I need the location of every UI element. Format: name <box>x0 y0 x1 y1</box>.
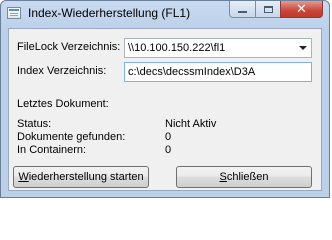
start-restore-button[interactable]: Wiederherstellung starten <box>13 166 149 188</box>
documents-found-label: Dokumente gefunden: <box>17 131 126 143</box>
index-directory-value: c:\decs\decssmIndex\D3A <box>128 66 256 78</box>
minimize-icon <box>238 11 247 13</box>
maximize-button[interactable] <box>255 1 280 18</box>
window-title: Index-Wiederherstellung (FL1) <box>28 6 191 20</box>
in-containers-label: In Containern: <box>17 144 87 156</box>
app-window-icon <box>7 7 21 19</box>
dialog-window: Index-Wiederherstellung (FL1) ✕ FileLock… <box>0 0 330 198</box>
filelock-label: FileLock Verzeichnis: <box>17 41 121 53</box>
dialog-body: FileLock Verzeichnis: \\10.100.150.222\f… <box>8 28 322 191</box>
status-value: Nicht Aktiv <box>165 118 217 130</box>
minimize-button[interactable] <box>229 1 255 18</box>
title-bar[interactable]: Index-Wiederherstellung (FL1) ✕ <box>1 1 329 27</box>
index-label: Index Verzeichnis: <box>17 65 107 77</box>
last-document-label: Letztes Dokument: <box>17 98 109 110</box>
close-icon: ✕ <box>296 1 307 16</box>
documents-found-value: 0 <box>165 131 172 143</box>
maximize-icon <box>263 5 273 13</box>
filelock-directory-value: \\10.100.150.222\fl1 <box>128 42 226 54</box>
start-restore-label: Wiederherstellung starten <box>18 171 144 183</box>
close-dialog-button[interactable]: Schließen <box>176 166 312 188</box>
chevron-down-icon[interactable] <box>295 39 311 57</box>
close-button[interactable]: ✕ <box>280 1 323 18</box>
close-dialog-label: Schließen <box>219 171 269 183</box>
caption-buttons: ✕ <box>229 1 323 19</box>
in-containers-value: 0 <box>165 144 172 156</box>
status-label: Status: <box>17 118 52 130</box>
filelock-directory-select[interactable]: \\10.100.150.222\fl1 <box>124 38 312 58</box>
index-directory-input[interactable]: c:\decs\decssmIndex\D3A <box>124 62 312 82</box>
